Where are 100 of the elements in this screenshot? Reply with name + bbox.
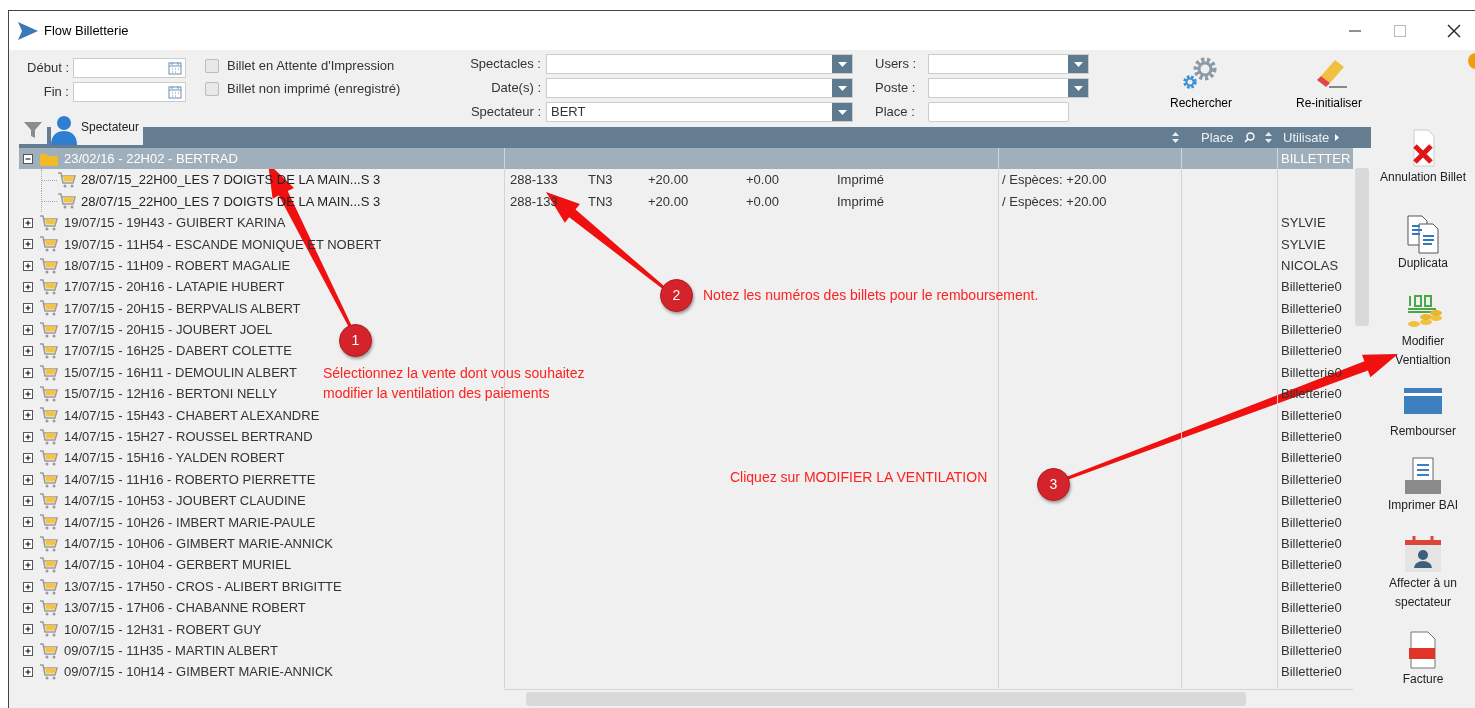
expand-toggle[interactable] xyxy=(23,282,33,293)
toolbar-button[interactable]: Rembourser xyxy=(1377,382,1469,456)
caret-icon xyxy=(837,85,847,91)
cart-icon xyxy=(39,534,59,553)
caret-icon xyxy=(1073,85,1083,91)
checkbox[interactable] xyxy=(205,59,219,73)
expand-toggle[interactable] xyxy=(23,645,33,656)
cart-icon xyxy=(39,235,59,254)
cart-icon xyxy=(39,213,59,232)
dropdown-button[interactable] xyxy=(1068,55,1088,73)
sale-label: 09/07/15 - 11H35 - MARTIN ALBERT xyxy=(64,641,278,660)
cart-icon xyxy=(39,256,59,275)
sale-label: 14/07/15 - 15H27 - ROUSSEL BERTRAND xyxy=(64,428,313,446)
sale-label: 15/07/15 - 12H16 - BERTONI NELLY xyxy=(64,385,278,404)
calendar-icon[interactable] xyxy=(168,61,182,75)
table-cell-text: NICOLAS xyxy=(1281,256,1339,275)
expand-toggle[interactable] xyxy=(23,389,33,399)
toolbar-button[interactable]: Modifier Ventialtion xyxy=(1377,292,1469,382)
table-cell-text: TN3 xyxy=(588,171,614,190)
reset-button[interactable]: Re-initialiser xyxy=(1289,50,1369,118)
table-cell-text: Billetterie0 xyxy=(1281,556,1342,575)
toolbar-button[interactable]: Affecter à un spectateur xyxy=(1377,534,1469,630)
table-cell-text: Billetterie0 xyxy=(1281,342,1342,361)
scrollbar-thumb[interactable] xyxy=(526,691,1246,706)
expand-toggle[interactable] xyxy=(23,474,33,485)
field-label: Users : xyxy=(874,55,918,73)
cart-icon xyxy=(39,427,59,446)
expand-toggle[interactable] xyxy=(23,495,33,506)
toolbar-button[interactable]: Duplicata xyxy=(1377,214,1469,292)
expand-toggle[interactable] xyxy=(23,667,33,678)
expand-toggle[interactable] xyxy=(23,453,33,464)
sort-icon[interactable] xyxy=(1264,132,1272,143)
table-cell-text: TN3 xyxy=(588,192,614,211)
expand-toggle[interactable] xyxy=(23,431,33,442)
expand-toggle[interactable] xyxy=(23,517,33,528)
funnel-icon xyxy=(24,121,42,139)
sale-label: 14/07/15 - 15H43 - CHABERT ALEXANDRE xyxy=(64,406,320,425)
sale-label: 23/02/16 - 22H02 - BERTRAD xyxy=(64,149,238,168)
expand-toggle[interactable] xyxy=(23,303,33,314)
table-cell-text: Billetterie0 xyxy=(1281,492,1342,511)
expand-toggle[interactable] xyxy=(23,260,33,271)
dropdown-button[interactable] xyxy=(1068,79,1088,97)
window-title: Flow Billetterie xyxy=(44,21,129,40)
sale-label: 14/07/15 - 15H16 - YALDEN ROBERT xyxy=(64,449,285,468)
combo-box[interactable] xyxy=(928,78,1089,98)
combo-box[interactable] xyxy=(546,54,853,74)
checkbox-label: Billet en Attente d'Impression xyxy=(227,57,395,76)
field-label: Place : xyxy=(874,103,916,121)
cart-icon xyxy=(57,192,77,211)
annotation-text: Sélectionnez la vente dont vous souhaitez modifier la ventilation des paiements xyxy=(323,364,586,403)
caret-right-icon[interactable] xyxy=(1335,134,1340,141)
expand-toggle[interactable] xyxy=(23,367,33,378)
column-header[interactable]: Utilisate xyxy=(1283,127,1330,148)
expand-toggle[interactable] xyxy=(23,538,33,549)
dropdown-button[interactable] xyxy=(832,79,852,97)
expand-toggle[interactable] xyxy=(23,602,33,613)
table-cell-text: Billetterie0 xyxy=(1281,449,1342,468)
expand-toggle[interactable] xyxy=(23,346,33,357)
field-label: Poste : xyxy=(874,79,917,97)
column-header[interactable]: Place xyxy=(1201,127,1234,148)
collapse-toggle[interactable] xyxy=(23,153,33,164)
cart-icon xyxy=(57,171,77,190)
expand-toggle[interactable] xyxy=(23,239,33,250)
combo-value: BERT xyxy=(550,103,587,121)
table-cell-text: Billetterie0 xyxy=(1281,513,1342,532)
toolbar-button[interactable]: Facture xyxy=(1377,630,1469,700)
dropdown-button[interactable] xyxy=(832,55,852,73)
expand-toggle[interactable] xyxy=(23,624,33,635)
table-cell-text: Billetterie0 xyxy=(1281,641,1342,660)
table-cell-text: Billetterie0 xyxy=(1281,428,1342,446)
cart-icon xyxy=(39,342,59,361)
search-icon[interactable] xyxy=(1243,132,1255,143)
combo-box[interactable] xyxy=(546,78,853,98)
sale-label: 15/07/15 - 16H11 - DEMOULIN ALBERT xyxy=(64,363,297,382)
sale-label: 13/07/15 - 17H06 - CHABANNE ROBERT xyxy=(64,599,306,618)
toolbar-button[interactable]: Annulation Billet xyxy=(1377,128,1469,214)
combo-box[interactable] xyxy=(928,54,1089,74)
cart-icon xyxy=(39,491,59,510)
toolbar-button[interactable]: Imprimer BAI xyxy=(1377,456,1469,534)
checkbox[interactable] xyxy=(205,82,219,96)
date-field[interactable] xyxy=(73,58,186,78)
calendar-icon[interactable] xyxy=(168,85,182,99)
table-cell-text: Billetterie0 xyxy=(1281,470,1342,489)
sale-label: 14/07/15 - 10H06 - GIMBERT MARIE-ANNICK xyxy=(64,534,333,553)
combo-box[interactable]: BERT xyxy=(546,102,853,122)
expand-toggle[interactable] xyxy=(23,217,33,228)
expand-toggle[interactable] xyxy=(23,410,33,421)
date-field[interactable] xyxy=(73,82,186,102)
dropdown-button[interactable] xyxy=(832,103,852,121)
input-field[interactable] xyxy=(928,102,1069,122)
sale-label: 13/07/15 - 17H50 - CROS - ALIBERT BRIGITTE xyxy=(64,577,342,596)
close-icon[interactable] xyxy=(1447,23,1461,38)
sort-icon[interactable] xyxy=(1172,132,1179,143)
expand-toggle[interactable] xyxy=(23,560,33,571)
search-button[interactable]: Rechercher xyxy=(1161,50,1241,118)
table-cell-text: Billetterie0 xyxy=(1281,663,1342,682)
cart-icon xyxy=(39,620,59,639)
expand-toggle[interactable] xyxy=(23,581,33,592)
cart-icon xyxy=(39,278,59,297)
expand-toggle[interactable] xyxy=(23,324,33,335)
